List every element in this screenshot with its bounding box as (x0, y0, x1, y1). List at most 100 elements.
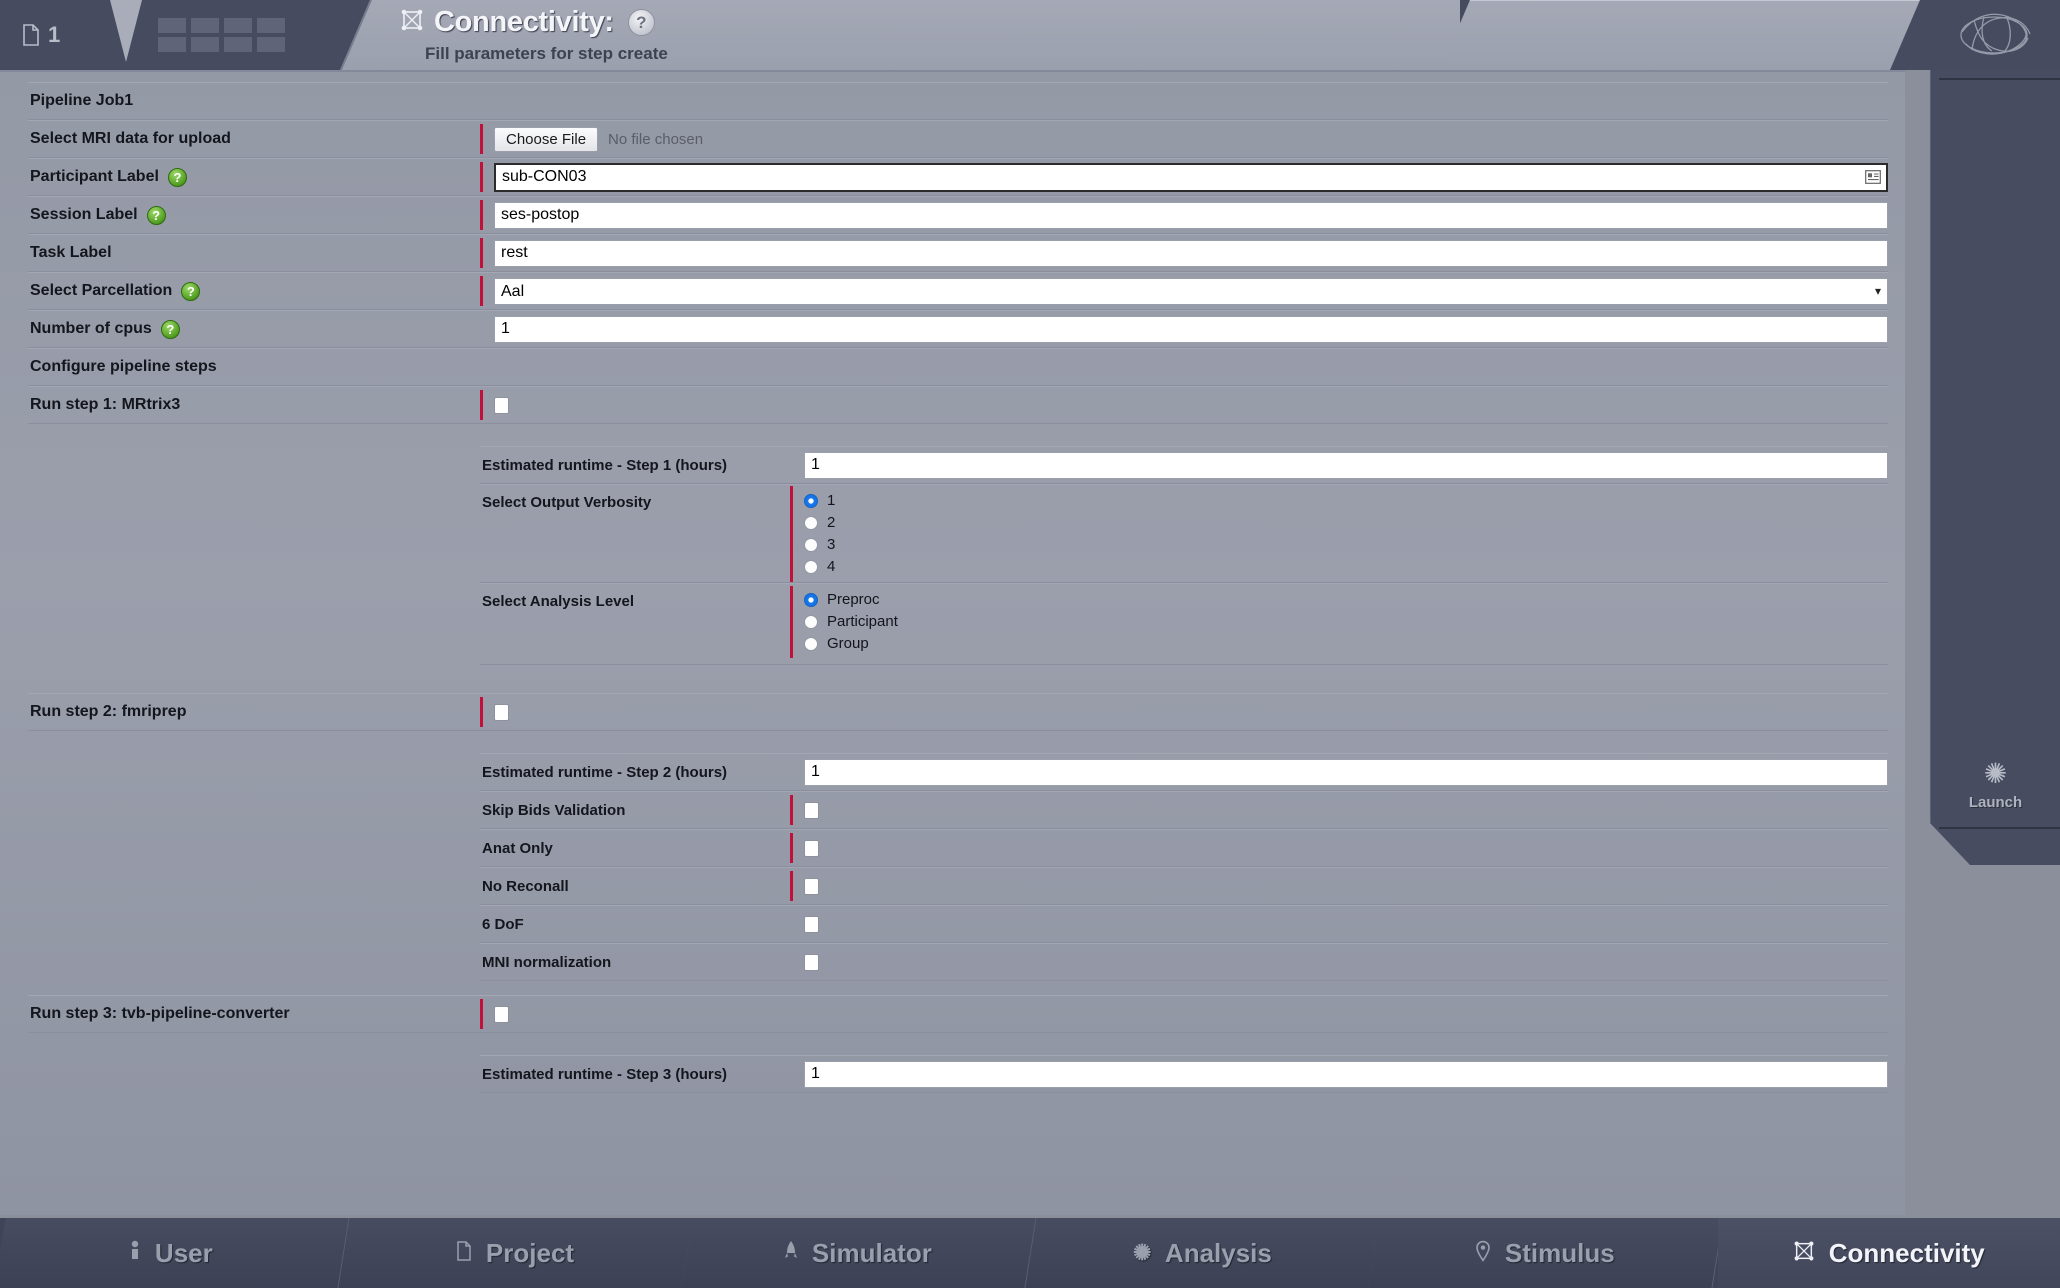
anat-only-checkbox[interactable] (804, 839, 819, 857)
page-title: Connectivity: (434, 6, 614, 38)
nav-item-project[interactable]: Project (337, 1218, 693, 1288)
nav-label-simulator: Simulator (812, 1237, 933, 1268)
step1-toggle-row: Run step 1: MRtrix3 (28, 386, 1888, 424)
step2-runtime-input[interactable] (804, 758, 1888, 786)
top-header-bar: 1 Connectivity: ? Fill parameters for st… (0, 0, 2060, 70)
help-icon-participant[interactable]: ? (167, 167, 187, 187)
analysis-radio-participant[interactable] (804, 614, 818, 629)
grid-menu-icon[interactable] (158, 18, 285, 52)
nav-item-stimulus[interactable]: Stimulus (1368, 1218, 1724, 1288)
launch-button[interactable]: ✺ Launch (1931, 760, 2060, 811)
secondary-tab[interactable] (1440, 0, 1920, 70)
parcellation-label: Select Parcellation ? (28, 281, 480, 301)
required-marker (480, 124, 483, 154)
active-page-tab: Connectivity: ? Fill parameters for step… (340, 0, 1460, 70)
verbosity-option-2[interactable]: 2 (804, 514, 835, 531)
field-row-task-label: Task Label (28, 234, 1888, 272)
task-label-input[interactable] (494, 239, 1888, 267)
participant-label-input[interactable] (494, 162, 1888, 192)
field-row-mri-upload: Select MRI data for upload Choose File N… (28, 120, 1888, 158)
step2-checkbox[interactable] (494, 703, 509, 721)
asterisk-icon: ✺ (1132, 1240, 1151, 1265)
verbosity-option-3[interactable]: 3 (804, 536, 835, 553)
required-marker (480, 390, 483, 420)
required-marker (790, 833, 793, 863)
header-wedge-divider (110, 0, 142, 62)
verbosity-radio-2[interactable] (804, 515, 818, 530)
task-label-label: Task Label (30, 244, 112, 261)
contact-card-icon[interactable] (1865, 170, 1881, 184)
verbosity-option-1[interactable]: 1 (804, 492, 835, 509)
skip-bids-validation-control (790, 795, 1888, 825)
choose-file-button[interactable]: Choose File (494, 126, 599, 152)
required-marker (790, 485, 793, 582)
step2-options: Estimated runtime - Step 2 (hours) Skip … (480, 753, 1888, 981)
step2-spacer-top (28, 665, 1888, 693)
no-reconall-control (790, 871, 1888, 901)
step1-analysis-control: Preproc Participant Group (790, 585, 1888, 658)
nav-label-stimulus: Stimulus (1505, 1237, 1616, 1268)
six-dof-checkbox[interactable] (804, 915, 819, 933)
step3-runtime-row: Estimated runtime - Step 3 (hours) (480, 1055, 1888, 1093)
nav-item-connectivity[interactable]: Connectivity (1717, 1218, 2060, 1288)
step1-analysis-label: Select Analysis Level (482, 593, 635, 610)
step3-label: Run step 3: tvb-pipeline-converter (30, 1005, 290, 1022)
analysis-label-participant: Participant (827, 613, 898, 630)
nav-item-simulator[interactable]: Simulator (681, 1218, 1037, 1288)
cpus-input[interactable] (494, 315, 1888, 343)
gear-icon: ✺ (1983, 758, 2008, 789)
analysis-radio-group-opt[interactable] (804, 636, 818, 651)
six-dof-control (790, 915, 1888, 933)
step3-checkbox[interactable] (494, 1005, 509, 1023)
participant-label-text: Participant Label (30, 168, 159, 185)
nav-item-analysis[interactable]: ✺ Analysis (1024, 1218, 1380, 1288)
step3-runtime-control (790, 1060, 1888, 1088)
anat-only-label: Anat Only (482, 839, 553, 857)
step3-options: Estimated runtime - Step 3 (hours) (480, 1055, 1888, 1093)
session-label-input[interactable] (494, 201, 1888, 229)
step2-label: Run step 2: fmriprep (30, 703, 187, 720)
step1-runtime-input[interactable] (804, 451, 1888, 479)
nav-item-user[interactable]: User (0, 1218, 350, 1288)
step3-runtime-input[interactable] (804, 1060, 1888, 1088)
analysis-option-participant[interactable]: Participant (804, 613, 898, 630)
launch-button-label: Launch (1968, 794, 2023, 811)
user-icon (129, 1240, 141, 1266)
step2-option-row: Anat Only (480, 829, 1888, 867)
verbosity-radio-4[interactable] (804, 559, 818, 574)
field-row-cpus: Number of cpus ? (28, 310, 1888, 348)
brain-logo-icon (1954, 6, 2034, 64)
six-dof-label: 6 DoF (482, 915, 524, 933)
skip-bids-validation-checkbox[interactable] (804, 801, 819, 819)
step1-options: Estimated runtime - Step 1 (hours) Selec… (480, 446, 1888, 665)
mri-upload-label: Select MRI data for upload (30, 130, 231, 147)
connectivity-icon (1793, 1240, 1815, 1266)
analysis-option-preproc[interactable]: Preproc (804, 591, 898, 608)
help-icon-cpus[interactable]: ? (160, 319, 180, 339)
verbosity-radio-3[interactable] (804, 537, 818, 552)
verbosity-label-2: 2 (827, 514, 836, 531)
step1-runtime-label: Estimated runtime - Step 1 (hours) (482, 456, 728, 474)
verbosity-label-4: 4 (827, 558, 836, 575)
configure-steps-header-row: Configure pipeline steps (28, 348, 1888, 386)
help-icon-session[interactable]: ? (146, 205, 166, 225)
no-reconall-checkbox[interactable] (804, 877, 819, 895)
document-count: 1 (22, 22, 60, 48)
analysis-radio-preproc[interactable] (804, 592, 818, 607)
verbosity-option-4[interactable]: 4 (804, 558, 835, 575)
help-icon[interactable]: ? (627, 9, 655, 36)
help-icon-parcellation[interactable]: ? (181, 281, 201, 301)
nav-label-user: User (155, 1237, 214, 1268)
session-label-label: Session Label ? (28, 205, 480, 225)
step1-checkbox[interactable] (494, 396, 509, 414)
no-reconall-label: No Reconall (482, 877, 569, 895)
field-row-session-label: Session Label ? (28, 196, 1888, 234)
required-marker (480, 162, 483, 192)
verbosity-radio-1[interactable] (804, 493, 818, 508)
analysis-option-group[interactable]: Group (804, 635, 898, 652)
parcellation-select[interactable]: Aal (494, 277, 1888, 305)
mni-normalization-checkbox[interactable] (804, 953, 819, 971)
required-marker (790, 795, 793, 825)
required-marker (480, 276, 483, 306)
step2-checkbox-control (480, 697, 1888, 727)
